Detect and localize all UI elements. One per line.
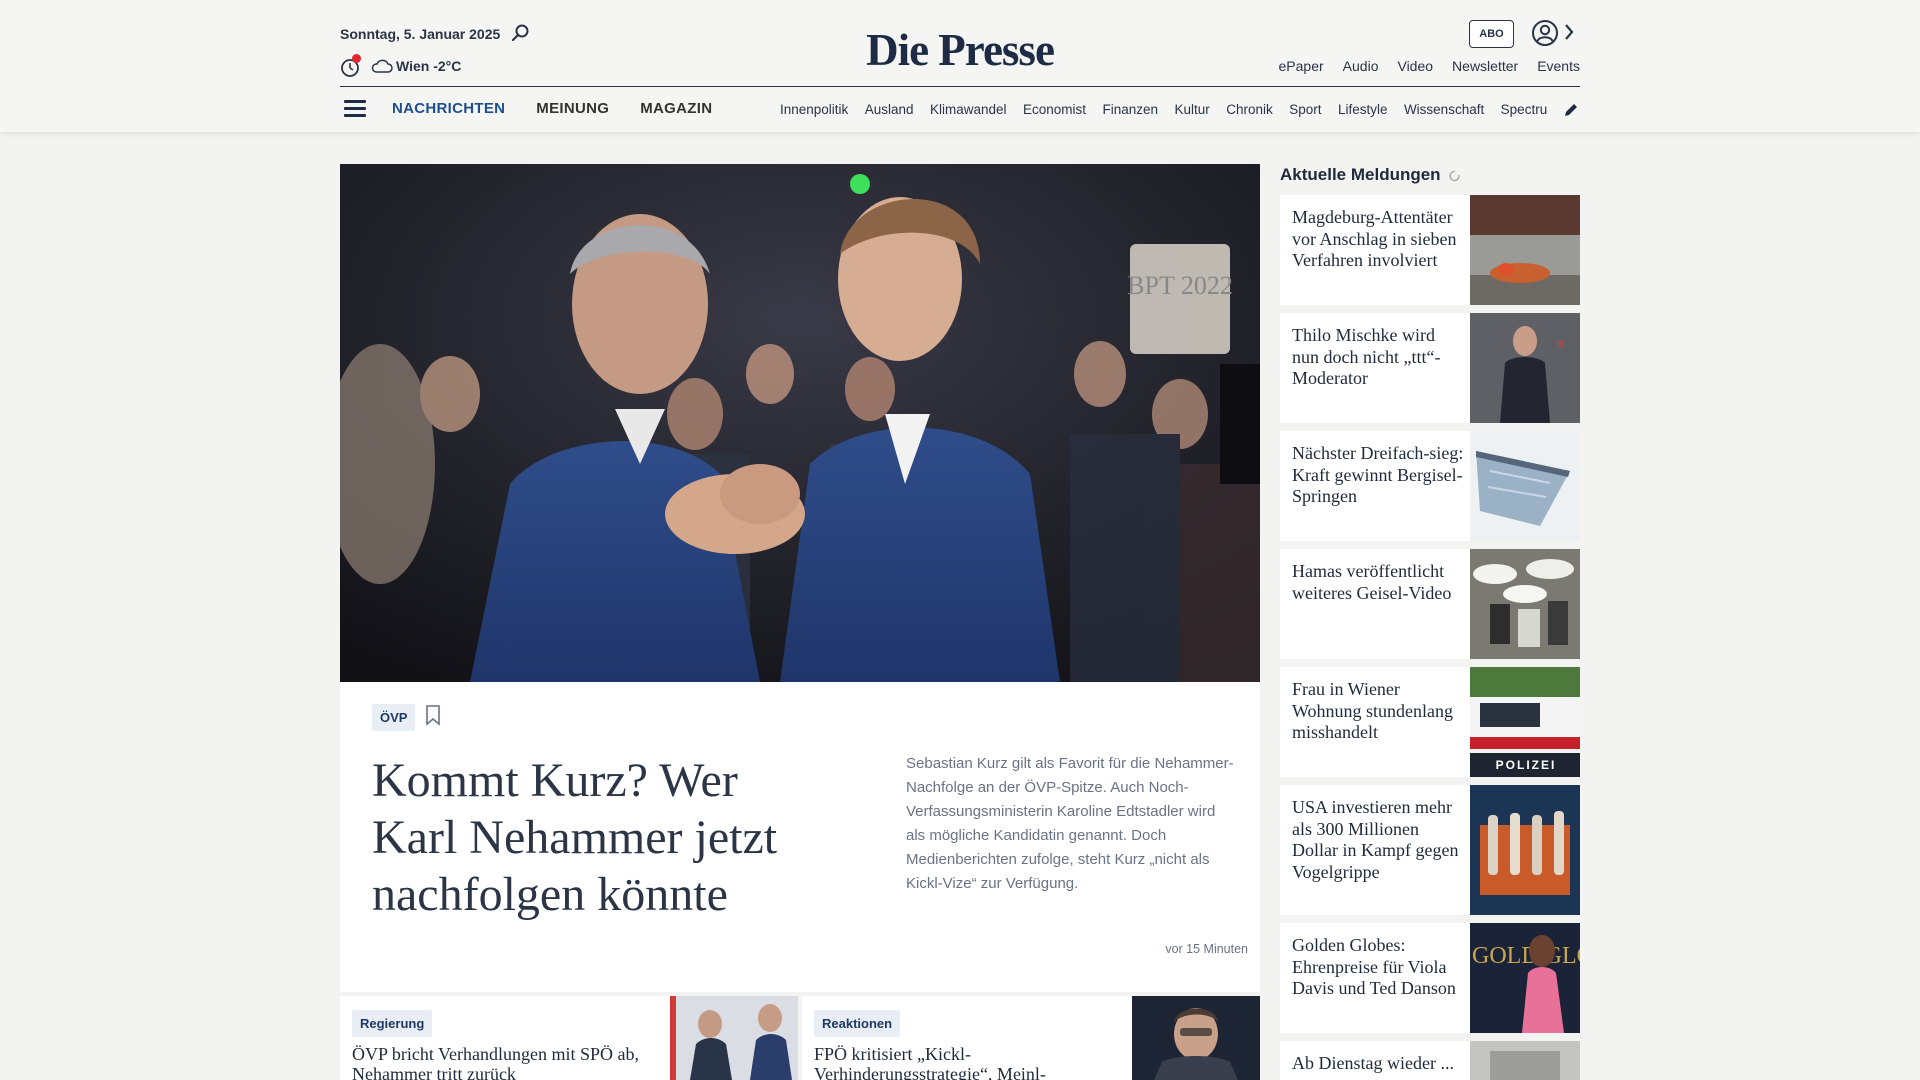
pencil-icon[interactable] [1562, 101, 1580, 119]
article-card[interactable]: Regierung ÖVP bricht Verhandlungen mit S… [340, 996, 798, 1080]
sidebar-thumbnail[interactable]: GOLD GLO [1470, 923, 1580, 1033]
hero-image-sign: BPT 2022 [1127, 271, 1233, 300]
header-inner: Sonntag, 5. Januar 2025 Wien -2°C Die Pr… [340, 0, 1580, 132]
hero-tag[interactable]: ÖVP [372, 704, 416, 731]
section-wissenschaft[interactable]: Wissenschaft [1404, 102, 1484, 117]
sidebar-thumbnail[interactable] [1470, 195, 1580, 305]
svg-text:ttt: ttt [1556, 339, 1565, 350]
sidebar-item-title[interactable]: Golden Globes: Ehrenpreise für Viola Dav… [1292, 935, 1464, 1000]
section-innenpolitik[interactable]: Innenpolitik [780, 102, 848, 117]
clock-icon[interactable] [340, 54, 362, 78]
sidebar-item[interactable]: Nächster Dreifach-sieg: Kraft gewinnt Be… [1280, 431, 1580, 541]
sidebar-thumbnail[interactable] [1470, 1041, 1580, 1080]
chevron-right-icon[interactable] [1562, 22, 1576, 42]
sidebar-thumbnail[interactable] [1470, 549, 1580, 659]
section-nav: Innenpolitik Ausland Klimawandel Economi… [780, 101, 1547, 119]
nav-magazin[interactable]: MAGAZIN [640, 100, 712, 117]
site-logo[interactable]: Die Presse [858, 24, 1062, 76]
section-chronik[interactable]: Chronik [1226, 102, 1273, 117]
card-tag[interactable]: Reaktionen [814, 1010, 901, 1037]
hamburger-menu-icon[interactable] [344, 100, 366, 118]
section-finanzen[interactable]: Finanzen [1103, 102, 1159, 117]
main-nav: NACHRICHTEN MEINUNG MAGAZIN [392, 100, 743, 117]
section-klimawandel[interactable]: Klimawandel [930, 102, 1007, 117]
current-date: Sonntag, 5. Januar 2025 [340, 26, 501, 42]
hero-timestamp: vor 15 Minuten [1165, 942, 1248, 956]
card-image[interactable] [670, 996, 798, 1080]
sidebar-thumbnail[interactable]: ttt [1470, 313, 1580, 423]
sidebar-title: Aktuelle Meldungen [1280, 165, 1441, 184]
section-economist[interactable]: Economist [1023, 102, 1086, 117]
hero-image[interactable]: BPT 2022 [340, 164, 1260, 682]
sidebar-item[interactable]: Thilo Mischke wird nun doch nicht „ttt“-… [1280, 313, 1580, 423]
section-ausland[interactable]: Ausland [865, 102, 914, 117]
sidebar-item-title[interactable]: Hamas veröffentlicht weiteres Geisel-Vid… [1292, 561, 1464, 604]
link-video[interactable]: Video [1397, 58, 1433, 74]
section-spectrum[interactable]: Spectrum [1501, 102, 1547, 117]
link-epaper[interactable]: ePaper [1279, 58, 1324, 74]
section-kultur[interactable]: Kultur [1175, 102, 1210, 117]
hero-headline[interactable]: Kommt Kurz? Wer Karl Nehammer jetzt nach… [372, 752, 832, 923]
sidebar-item[interactable]: Magdeburg-Attentäter vor Anschlag in sie… [1280, 195, 1580, 305]
search-icon[interactable] [510, 22, 532, 44]
top-links: ePaper Audio Video Newsletter Events [1260, 58, 1580, 74]
sidebar-thumbnail[interactable] [1470, 785, 1580, 915]
sidebar-item-title[interactable]: Nächster Dreifach-sieg: Kraft gewinnt Be… [1292, 443, 1464, 508]
link-newsletter[interactable]: Newsletter [1452, 58, 1518, 74]
sidebar-item-title[interactable]: Frau in Wiener Wohnung stundenlang missh… [1292, 679, 1464, 744]
card-headline[interactable]: ÖVP bricht Verhandlungen mit SPÖ ab, Neh… [352, 1044, 672, 1080]
thumb-text: GOLD GLO [1472, 943, 1580, 969]
hero-article: BPT 2022 ÖVP Kommt Kurz? Wer Karl Nehamm… [340, 164, 1260, 992]
header-divider [340, 86, 1580, 87]
link-audio[interactable]: Audio [1343, 58, 1379, 74]
sidebar-item[interactable]: USA investieren mehr als 300 Millionen D… [1280, 785, 1580, 915]
sidebar-thumbnail[interactable]: POLIZEI [1470, 667, 1580, 777]
sidebar-item[interactable]: Golden Globes: Ehrenpreise für Viola Dav… [1280, 923, 1580, 1033]
section-sport[interactable]: Sport [1289, 102, 1321, 117]
hero-body: ÖVP Kommt Kurz? Wer Karl Nehammer jetzt … [340, 682, 1260, 992]
sidebar-item-title[interactable]: Ab Dienstag wieder ... [1292, 1053, 1464, 1075]
nav-nachrichten[interactable]: NACHRICHTEN [392, 100, 505, 117]
card-headline[interactable]: FPÖ kritisiert „Kickl-Verhinderungsstrat… [814, 1044, 1084, 1080]
bookmark-icon[interactable] [424, 704, 442, 726]
card-image[interactable] [1132, 996, 1260, 1080]
sidebar-item[interactable]: Frau in Wiener Wohnung stundenlang missh… [1280, 667, 1580, 777]
link-events[interactable]: Events [1537, 58, 1580, 74]
subscribe-button[interactable]: ABO [1469, 20, 1514, 48]
user-account-icon[interactable] [1531, 19, 1559, 47]
nav-meinung[interactable]: MEINUNG [536, 100, 609, 117]
cloud-icon [371, 59, 393, 73]
notification-dot [352, 54, 361, 63]
article-card[interactable]: Reaktionen FPÖ kritisiert „Kickl-Verhind… [802, 996, 1260, 1080]
card-tag[interactable]: Regierung [352, 1010, 433, 1037]
sidebar-item[interactable]: Ab Dienstag wieder ... [1280, 1041, 1580, 1080]
sidebar-thumbnail[interactable] [1470, 431, 1580, 541]
sidebar-item-title[interactable]: USA investieren mehr als 300 Millionen D… [1292, 797, 1464, 883]
hero-lead: Sebastian Kurz gilt als Favorit für die … [906, 755, 1234, 892]
section-lifestyle[interactable]: Lifestyle [1338, 102, 1388, 117]
weather-readout: Wien -2°C [396, 58, 462, 74]
sidebar-item[interactable]: Hamas veröffentlicht weiteres Geisel-Vid… [1280, 549, 1580, 659]
thumb-text: POLIZEI [1496, 758, 1557, 772]
site-header: Sonntag, 5. Januar 2025 Wien -2°C Die Pr… [0, 0, 1920, 132]
refresh-icon[interactable] [1448, 169, 1462, 183]
sidebar-item-title[interactable]: Magdeburg-Attentäter vor Anschlag in sie… [1292, 207, 1464, 272]
sidebar-item-title[interactable]: Thilo Mischke wird nun doch nicht „ttt“-… [1292, 325, 1464, 390]
